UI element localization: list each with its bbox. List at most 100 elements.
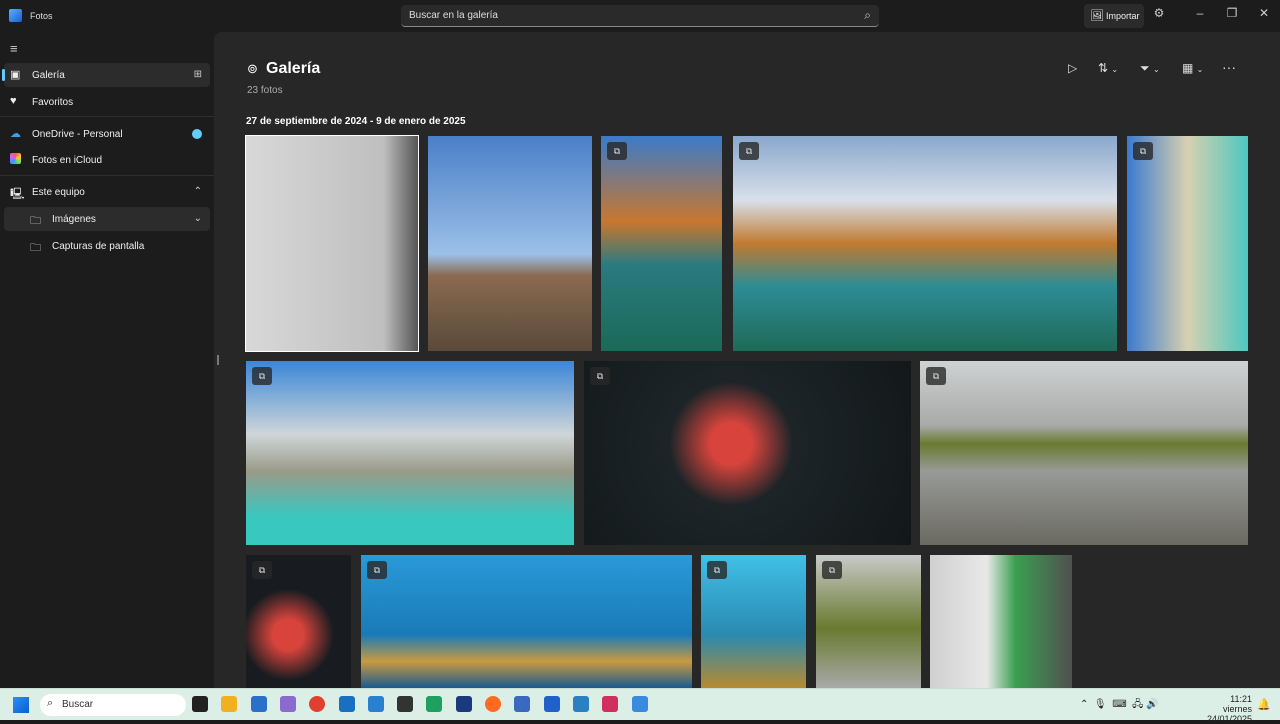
app-icon[interactable] [572, 696, 589, 712]
settings-icon[interactable]: ⚙ [1149, 6, 1169, 20]
close-button[interactable]: ✕ [1254, 6, 1274, 20]
search-icon: ⌕ [864, 8, 871, 22]
password-manager-icon[interactable] [397, 696, 414, 712]
view-layout-button[interactable]: ▦ ⌄ [1182, 61, 1203, 75]
sidebar-resize-handle[interactable] [217, 355, 219, 365]
photo-cove[interactable]: ⧉ [1127, 136, 1248, 351]
filter-button[interactable]: ⏷ ⌄ [1140, 61, 1160, 76]
photo-rocks-sea[interactable]: ⧉ [601, 136, 722, 351]
add-folder-icon[interactable]: ⊞ [194, 69, 202, 80]
photo-mountain-small[interactable]: ⧉ [816, 555, 921, 688]
minimize-button[interactable]: – [1190, 6, 1210, 20]
photo-rocks-pool[interactable]: ⧉ [733, 136, 1117, 351]
sidebar-item-label: Favoritos [32, 97, 74, 108]
photo-antenna[interactable] [428, 136, 592, 351]
sidebar-item-label: Capturas de pantalla [52, 241, 145, 252]
app-title: Fotos [30, 11, 53, 21]
photo-scarlet-ibis[interactable]: ⧉ [584, 361, 911, 545]
sidebar: ≡ ▣ Galería ⊞ ♥ Favoritos ☁ OneDrive - Perso… [0, 32, 214, 688]
computer-icon: 🖳 [10, 188, 25, 200]
edge-icon[interactable] [426, 696, 443, 712]
gallery-icon: ▣ [10, 69, 21, 81]
selection-indicator [2, 69, 5, 81]
folder-icon: 🗀 [30, 215, 41, 227]
photo-turtle-small[interactable]: ⧉ [701, 555, 806, 688]
chevron-down-icon[interactable]: ⌄ [194, 213, 202, 224]
duplicate-stack-icon[interactable]: ⧉ [252, 561, 272, 579]
duplicate-stack-icon[interactable]: ⧉ [926, 367, 946, 385]
duplicate-stack-icon[interactable]: ⧉ [822, 561, 842, 579]
taskbar-search-label: Buscar [62, 699, 94, 710]
outlook-icon[interactable] [338, 696, 355, 712]
store-icon[interactable] [250, 696, 267, 712]
sidebar-item-label: OneDrive - Personal [32, 129, 123, 140]
app-icon[interactable] [514, 696, 531, 712]
search-icon: ⌕ [47, 697, 54, 709]
folder-icon: 🗀 [30, 242, 41, 254]
import-button[interactable]: 🖼 Importar [1084, 4, 1144, 28]
task-view-icon[interactable] [192, 696, 208, 712]
photo-count: 23 fotos [247, 85, 283, 96]
vscode-icon[interactable] [367, 696, 384, 712]
file-explorer-icon[interactable] [221, 696, 238, 712]
photo-wall-camera[interactable] [245, 135, 419, 352]
time: 11:21 [1230, 694, 1252, 704]
import-label: Importar [1106, 11, 1140, 21]
firefox-icon[interactable] [485, 696, 501, 712]
duplicate-stack-icon[interactable]: ⧉ [590, 367, 610, 385]
taskbar: ⌕ Buscar ⌃ 🎙 ⌨ 🖧 🔊 11:21 viernes 24/01/202… [0, 688, 1280, 724]
photo-turtle[interactable]: ⧉ [361, 555, 692, 688]
page-title: Galería [266, 60, 321, 77]
duplicate-stack-icon[interactable]: ⧉ [252, 367, 272, 385]
hamburger-menu-icon[interactable]: ≡ [10, 41, 18, 56]
photo-cathedral-cove[interactable]: ⧉ [246, 361, 574, 545]
import-icon: 🖼 [1090, 10, 1104, 22]
date: viernes 24/01/2025 [1206, 704, 1252, 724]
sidebar-item-favoritos[interactable]: ♥ Favoritos [4, 90, 210, 114]
chrome-icon[interactable] [309, 696, 326, 712]
search-input[interactable]: Buscar en la galería ⌕ [401, 5, 879, 27]
title-bar: Fotos Buscar en la galería ⌕ 🖼 Importar ⚙ … [0, 0, 1280, 32]
sidebar-item-imagenes[interactable]: 🗀 Imágenes ⌄ [4, 207, 210, 231]
duplicate-stack-icon[interactable]: ⧉ [367, 561, 387, 579]
sort-button[interactable]: ⇅ ⌄ [1098, 61, 1118, 75]
divider [0, 175, 214, 176]
date-range-header: 27 de septiembre de 2024 - 9 de enero de… [246, 116, 466, 127]
more-options-icon[interactable]: ··· [1222, 59, 1236, 75]
heart-icon: ♥ [10, 95, 17, 107]
chevron-up-icon[interactable]: ⌃ [194, 186, 202, 197]
duplicate-stack-icon[interactable]: ⧉ [607, 142, 627, 160]
slideshow-icon[interactable]: ▷ [1068, 61, 1077, 75]
duplicate-stack-icon[interactable]: ⧉ [739, 142, 759, 160]
dell-icon[interactable] [455, 696, 472, 712]
sidebar-item-label: Galería [32, 70, 65, 81]
start-button[interactable] [13, 697, 29, 713]
notification-icon[interactable]: 🔔 [1257, 698, 1271, 711]
tray-icons[interactable]: ⌃ 🎙 ⌨ 🖧 🔊 [1080, 697, 1159, 714]
photo-fiber-box[interactable] [930, 555, 1072, 688]
photo-ibis-small[interactable]: ⧉ [246, 555, 351, 688]
search-placeholder: Buscar en la galería [409, 10, 498, 21]
app-icon[interactable] [543, 696, 560, 712]
sidebar-item-label: Imágenes [52, 214, 96, 225]
duplicate-stack-icon[interactable]: ⧉ [1133, 142, 1153, 160]
sidebar-item-icloud[interactable]: Fotos en iCloud [4, 148, 210, 172]
icloud-icon [10, 153, 21, 164]
photos-app-icon [9, 9, 22, 22]
sidebar-item-label: Este equipo [32, 187, 85, 198]
sync-status-icon [192, 129, 202, 139]
sidebar-item-onedrive[interactable]: ☁ OneDrive - Personal [4, 122, 210, 146]
sidebar-item-capturas[interactable]: 🗀 Capturas de pantalla [4, 234, 210, 258]
restore-button[interactable]: ❐ [1222, 6, 1242, 20]
photos-app-taskbar-icon[interactable] [631, 696, 648, 712]
taskbar-search[interactable]: ⌕ Buscar [40, 694, 186, 716]
app-icon[interactable] [602, 696, 619, 712]
divider [0, 116, 214, 117]
photos-pinwheel-icon[interactable] [279, 696, 296, 712]
duplicate-stack-icon[interactable]: ⧉ [707, 561, 727, 579]
sidebar-item-este-equipo[interactable]: 🖳 Este equipo ⌃ [4, 180, 210, 204]
gallery-title-icon: ⊚ [247, 61, 258, 76]
sidebar-item-label: Fotos en iCloud [32, 155, 103, 166]
sidebar-item-galeria[interactable]: ▣ Galería ⊞ [2, 63, 210, 87]
photo-mountain-reflection[interactable]: ⧉ [920, 361, 1248, 545]
